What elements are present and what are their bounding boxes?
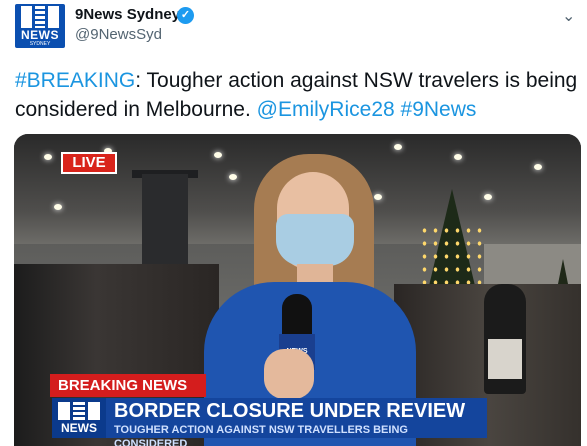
chevron-down-icon[interactable]: ⌄ (562, 6, 575, 26)
nine-logo-icon (21, 6, 60, 28)
lower-third-subheadline: TOUGHER ACTION AGAINST NSW TRAVELLERS BE… (114, 424, 408, 446)
lower-third-logo: NEWS (52, 398, 106, 438)
avatar[interactable]: NEWS SYDNEY (15, 4, 65, 48)
lower-third-logo-text: NEWS (61, 421, 97, 435)
ceiling-light (534, 164, 542, 170)
avatar-logo-sub: SYDNEY (29, 41, 51, 47)
ceiling-light (374, 194, 382, 200)
ceiling-light (454, 154, 462, 160)
video-thumbnail[interactable]: NEWS LIVE BREAKING NEWS NEWS BORDER CLOS… (14, 134, 581, 446)
ceiling-light (229, 174, 237, 180)
hashtag-breaking-link[interactable]: #BREAKING (15, 69, 135, 92)
user-handle[interactable]: @9NewsSyd (75, 26, 162, 43)
mention-link[interactable]: @EmilyRice28 (257, 98, 395, 121)
background-person-shorts (488, 339, 522, 379)
face-mask (276, 214, 354, 266)
display-name[interactable]: 9News Sydney (75, 6, 180, 23)
breaking-news-banner: BREAKING NEWS (50, 374, 206, 397)
avatar-logo-text: NEWS (21, 28, 59, 42)
nine-logo-icon (58, 402, 100, 420)
verified-badge-icon: ✓ (177, 7, 194, 24)
hashtag-9news-link[interactable]: #9News (401, 98, 477, 121)
ceiling-light (44, 154, 52, 160)
reporter-hand (264, 349, 314, 399)
lower-third-headline: BORDER CLOSURE UNDER REVIEW (114, 400, 466, 422)
tweet-text: #BREAKING: Tougher action against NSW tr… (15, 66, 580, 124)
live-badge: LIVE (61, 152, 117, 174)
ceiling-light (394, 144, 402, 150)
ceiling-light (214, 152, 222, 158)
ceiling-light (54, 204, 62, 210)
